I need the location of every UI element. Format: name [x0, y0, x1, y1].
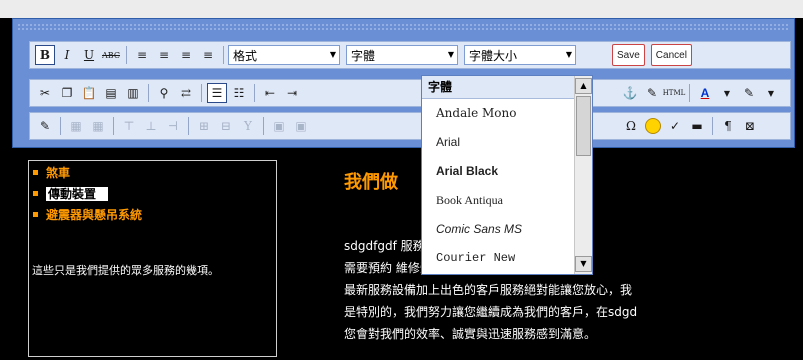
save-button[interactable]: Save	[612, 44, 645, 66]
font-dropdown: 字體 Andale Mono Arial Arial Black Book An…	[421, 75, 593, 275]
italic-button[interactable]: I	[57, 45, 77, 65]
font-option[interactable]: Comic Sans MS	[422, 215, 592, 244]
chevron-down-icon: ▼	[447, 50, 454, 59]
spellcheck-icon[interactable]: ✓	[665, 116, 685, 136]
outdent-icon[interactable]: ⇤	[260, 83, 280, 103]
list-item[interactable]: 煞車	[33, 163, 142, 184]
font-dropdown-title: 字體	[422, 76, 592, 99]
chevron-down-icon: ▼	[565, 50, 572, 59]
separator	[254, 84, 255, 102]
separator	[113, 117, 114, 135]
bullet-icon	[33, 170, 38, 175]
align-center-icon[interactable]: ≡	[154, 45, 174, 65]
chevron-down-icon[interactable]: ▼	[761, 83, 781, 103]
table-props-icon[interactable]: ▦	[88, 116, 108, 136]
separator	[263, 117, 264, 135]
rich-text-editor-toolbar: B I U ABC ≡ ≡ ≡ ≡ 格式 ▼ 字體 ▼ 字體大小 ▼ Save Can…	[12, 18, 795, 148]
copy-icon[interactable]: ❐	[57, 83, 77, 103]
separator	[201, 84, 202, 102]
scroll-thumb[interactable]	[576, 96, 591, 156]
toolbar-row-1: B I U ABC ≡ ≡ ≡ ≡ 格式 ▼ 字體 ▼ 字體大小 ▼ Save Can…	[29, 41, 791, 69]
image-icon[interactable]: ▣	[269, 116, 289, 136]
font-option[interactable]: Arial Black	[422, 157, 592, 186]
numbered-list-icon[interactable]: ☷	[229, 83, 249, 103]
toolbar-grip[interactable]	[17, 23, 790, 31]
list-item[interactable]: 傳動裝置	[33, 184, 142, 205]
merge-cells-icon[interactable]: ⊞	[194, 116, 214, 136]
strikethrough-button[interactable]: ABC	[101, 45, 121, 65]
bold-button[interactable]: B	[35, 45, 55, 65]
chevron-down-icon[interactable]: ▼	[717, 83, 737, 103]
separator	[712, 117, 713, 135]
special-char-icon[interactable]: Ω	[621, 116, 641, 136]
paste-icon[interactable]: 📋	[79, 83, 99, 103]
cut-icon[interactable]: ✂	[35, 83, 55, 103]
text-direction-icon[interactable]: ¶	[718, 116, 738, 136]
link-icon[interactable]: ▣	[291, 116, 311, 136]
separator	[148, 84, 149, 102]
toolbar-row-2: ✂ ❐ 📋 ▤ ▥ ⚲ ⇄ ☰ ☷ ⇤ ⇥ ⚓ ✎ HTML A ▼ ✎ ▼	[29, 79, 791, 107]
format-select[interactable]: 格式 ▼	[228, 45, 340, 65]
scroll-down-icon[interactable]: ▼	[575, 256, 592, 272]
cleanup-icon[interactable]: ✎	[642, 83, 662, 103]
services-sidebox: 煞車 傳動裝置 避震器與懸吊系統 這些只是我們提供的眾多服務的幾項。	[28, 160, 277, 357]
align-left-icon[interactable]: ≡	[132, 45, 152, 65]
page-heading: 我們做	[344, 172, 398, 193]
bullet-icon	[33, 212, 38, 217]
services-note: 這些只是我們提供的眾多服務的幾項。	[32, 264, 219, 277]
indent-icon[interactable]: ⇥	[282, 83, 302, 103]
font-option[interactable]: Courier New	[422, 244, 592, 273]
font-option[interactable]: Arial	[422, 128, 592, 157]
edit-icon[interactable]: ✎	[35, 116, 55, 136]
col-insert-icon[interactable]: ⊣	[163, 116, 183, 136]
font-dropdown-list: Andale Mono Arial Arial Black Book Antiq…	[422, 99, 592, 273]
background-banner	[0, 0, 803, 18]
find-icon[interactable]: ⚲	[154, 83, 174, 103]
list-item[interactable]: 避震器與懸吊系統	[33, 205, 142, 226]
font-option[interactable]: Andale Mono	[422, 99, 592, 128]
row-delete-icon[interactable]: ⊥	[141, 116, 161, 136]
bullet-icon	[33, 191, 38, 196]
toolbar-row-3: ✎ ▦ ▦ ⊤ ⊥ ⊣ ⊞ ⊟ Y ▣ ▣ Ω ✓ ▬ ¶ ⊠	[29, 112, 791, 140]
font-color-icon[interactable]: A	[695, 83, 715, 103]
scroll-up-icon[interactable]: ▲	[575, 78, 592, 94]
list-item-label: 煞車	[46, 166, 71, 180]
separator	[60, 117, 61, 135]
separator	[126, 46, 127, 64]
paragraph-line: 最新服務設備加上出色的客戶服務絕對能讓您放心，我	[344, 283, 633, 297]
separator	[188, 117, 189, 135]
highlight-color-icon[interactable]: ✎	[739, 83, 759, 103]
cell-props-icon[interactable]: Y	[238, 116, 258, 136]
dropdown-scrollbar[interactable]: ▲ ▼	[574, 76, 592, 274]
horizontal-rule-icon[interactable]: ▬	[687, 116, 707, 136]
separator	[223, 46, 224, 64]
paragraph-line: 您會對我們的效率、誠實與迅速服務感到滿意。	[344, 327, 597, 341]
preview-icon[interactable]: ⊠	[740, 116, 760, 136]
split-cells-icon[interactable]: ⊟	[216, 116, 236, 136]
replace-icon[interactable]: ⇄	[176, 83, 196, 103]
font-size-select[interactable]: 字體大小 ▼	[464, 45, 576, 65]
font-option[interactable]: Book Antiqua	[422, 186, 592, 215]
table-icon[interactable]: ▦	[66, 116, 86, 136]
separator	[689, 84, 690, 102]
underline-button[interactable]: U	[79, 45, 99, 65]
paragraph-line: 是特別的，我們努力讓您繼續成為我們的客戶，在sdgd	[344, 305, 638, 319]
anchor-icon[interactable]: ⚓	[620, 83, 640, 103]
list-item-label: 避震器與懸吊系統	[46, 208, 143, 222]
row-insert-icon[interactable]: ⊤	[119, 116, 139, 136]
services-list: 煞車 傳動裝置 避震器與懸吊系統	[33, 163, 142, 226]
chevron-down-icon: ▼	[329, 50, 336, 59]
align-justify-icon[interactable]: ≡	[198, 45, 218, 65]
font-select[interactable]: 字體 ▼	[346, 45, 458, 65]
bullet-list-icon[interactable]: ☰	[207, 83, 227, 103]
list-item-label: 傳動裝置	[46, 187, 109, 201]
align-right-icon[interactable]: ≡	[176, 45, 196, 65]
cancel-button[interactable]: Cancel	[650, 44, 692, 66]
smiley-icon[interactable]	[643, 116, 663, 136]
html-icon[interactable]: HTML	[663, 83, 686, 103]
paste-text-icon[interactable]: ▤	[101, 83, 121, 103]
paste-word-icon[interactable]: ▥	[123, 83, 143, 103]
